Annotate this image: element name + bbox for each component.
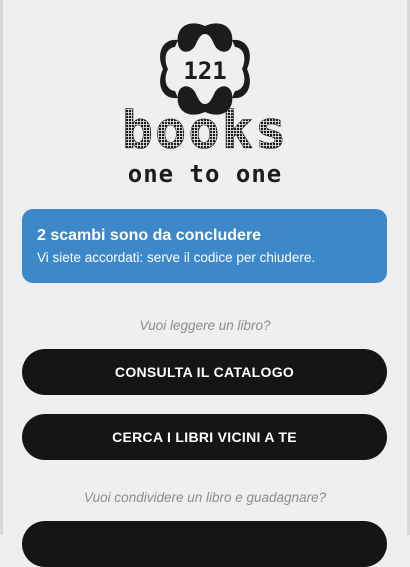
browse-catalog-button[interactable]: CONSULTA IL CATALOGO [22, 349, 387, 395]
read-prompt: Vuoi leggere un libro? [139, 318, 271, 333]
pending-exchanges-banner[interactable]: 2 scambi sono da concludere Vi siete acc… [22, 209, 387, 283]
books-logo-icon: 121 books one to one [121, 23, 289, 188]
share-prompt: Vuoi condividere un libro e guadagnare? [83, 490, 327, 505]
svg-text:121: 121 [183, 57, 226, 85]
svg-text:one to one: one to one [128, 160, 283, 188]
share-book-button[interactable] [22, 521, 387, 567]
app-logo: 121 books one to one [0, 14, 410, 192]
nearby-books-button[interactable]: CERCA I LIBRI VICINI A TE [22, 414, 387, 460]
banner-title: 2 scambi sono da concludere [37, 227, 262, 244]
svg-text:books: books [122, 101, 289, 161]
banner-text: Vi siete accordati: serve il codice per … [37, 250, 316, 265]
